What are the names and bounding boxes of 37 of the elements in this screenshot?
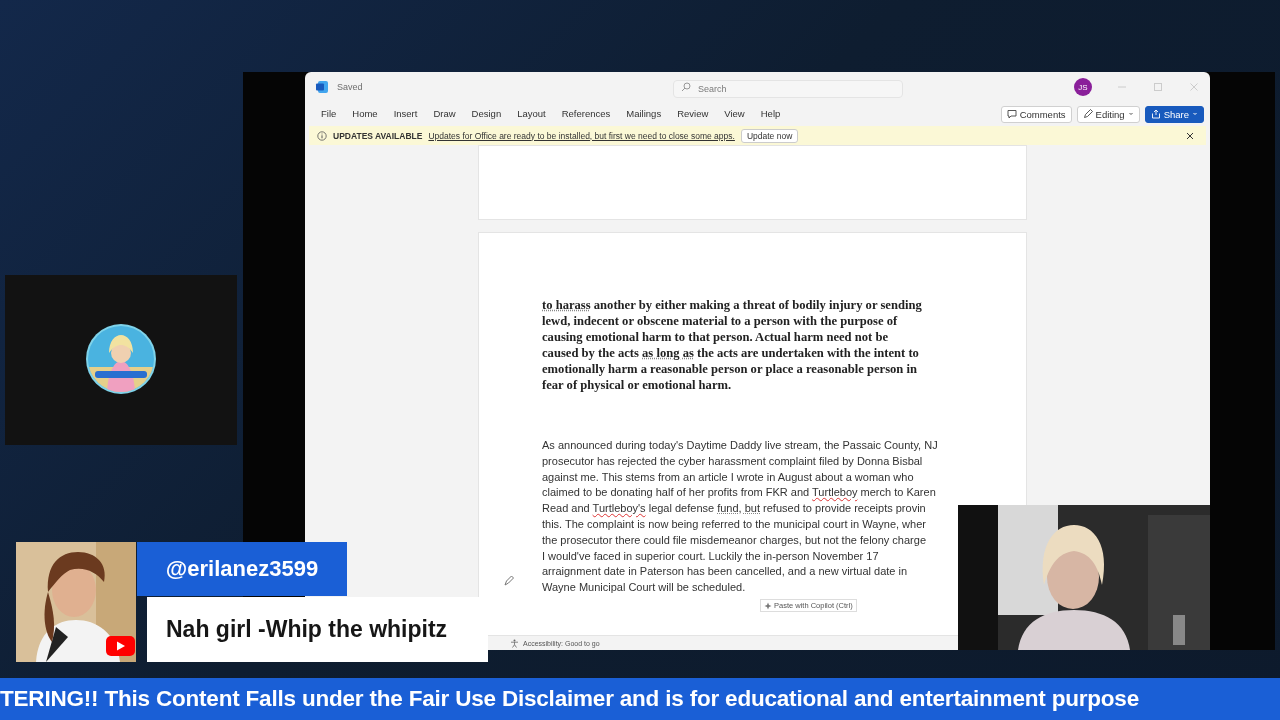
editing-button[interactable]: Editing: [1076, 105, 1140, 123]
search-icon: [681, 82, 691, 92]
ribbon-tab[interactable]: Design: [465, 104, 508, 124]
ribbon-tab[interactable]: Draw: [427, 104, 462, 124]
account-avatar[interactable]: JS: [1074, 78, 1092, 96]
quoted-paragraph: to harass another by either making a threat of bodily injury or sending lewd, indecent or obscene material to a person with the purpose of causing emotional harm to that person. Actual harm need not be caused by the acts as long as the acts are undertaken with the intent to emotionally harm a reasonable person or place a reasonable person in fear of physical or emotional harm.: [542, 297, 923, 393]
ribbon-tab[interactable]: Insert: [387, 104, 424, 124]
comments-button[interactable]: Comments: [1000, 105, 1072, 123]
close-icon[interactable]: [1186, 131, 1194, 140]
ribbon-tab[interactable]: View: [718, 104, 751, 124]
update-now-button[interactable]: Update now: [740, 128, 799, 143]
ribbon-tab[interactable]: Layout: [511, 104, 552, 124]
share-button[interactable]: Share: [1144, 105, 1204, 123]
update-link[interactable]: Updates for Office are ready to be installed, but first we need to close some apps.: [428, 130, 735, 141]
maximize-icon[interactable]: [1152, 81, 1164, 93]
chat-message: Nah girl -Whip the whipitz: [166, 616, 448, 643]
ribbon-tab[interactable]: Home: [346, 104, 384, 124]
app-icon: [315, 80, 329, 94]
window-title: Saved: [337, 82, 364, 92]
sparkle-icon: [764, 601, 772, 610]
ribbon-tab[interactable]: References: [555, 104, 617, 124]
update-heading: UPDATES AVAILABLE: [333, 130, 423, 141]
ribbon-tab[interactable]: Help: [754, 104, 787, 124]
play-icon: [106, 636, 135, 656]
accessibility-icon: [510, 638, 519, 648]
pencil-icon: [1082, 109, 1093, 119]
chat-username: @erilanez3599: [137, 542, 347, 596]
ticker-text: TERING!! This Content Falls under the Fair Use Disclaimer and is for educational and entertainment purpose: [0, 686, 1139, 712]
pen-icon: [503, 575, 515, 587]
search-field[interactable]: Search: [673, 80, 903, 98]
ribbon-tab[interactable]: Mailings: [620, 104, 668, 124]
body-paragraph: As announced during today's Daytime Daddy live stream, the Passaic County, NJ prosecutor has rejected the cyber harassment complaint filed by Donna Bisbal against me. This stems from an article I wrote in August about a woman who claimed to be donating half of her profits from FKR and Turtleboy merch to Karen Read and Turtleboy's legal defense fund, but refused to provide receipts provin this. The complaint is now being referred to the municipal court in Wayne, wher the prosecutor there could file misdemeanor charges, but not the felony charge I would've faced in superior court. Luckily the in-person November 17 arraignment date in Paterson has been cancelled, and a new virtual date in Wayne Municipal Court will be scheduled.: [542, 438, 939, 596]
ribbon-tab[interactable]: Review: [671, 104, 715, 124]
ribbon-tab[interactable]: File: [315, 104, 343, 124]
share-icon: [1150, 109, 1161, 119]
info-icon: [317, 130, 327, 141]
comment-icon: [1006, 109, 1017, 119]
